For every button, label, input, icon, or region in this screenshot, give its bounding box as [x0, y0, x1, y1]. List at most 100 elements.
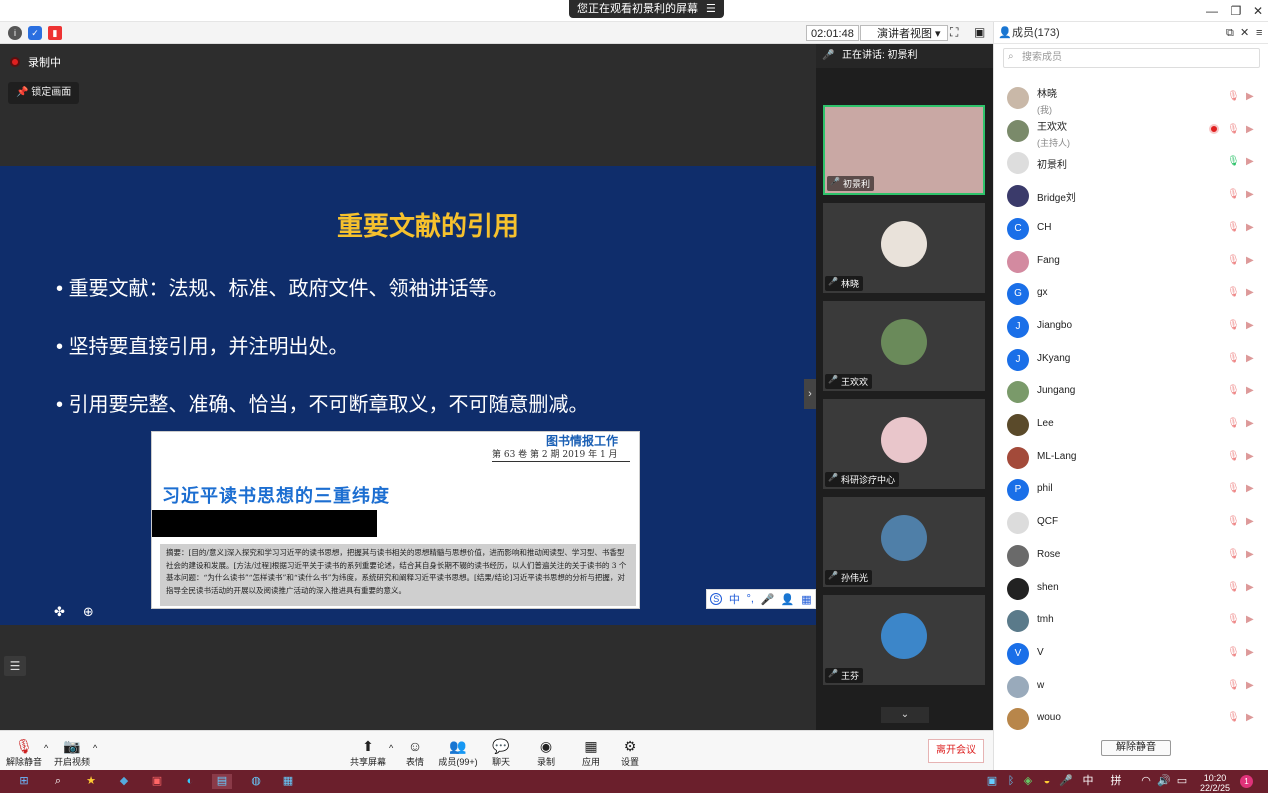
member-row[interactable]: J JKyang 🎙 ▶	[994, 345, 1268, 375]
ime-item[interactable]: °,	[747, 593, 754, 605]
camera-off-icon[interactable]: ▶	[1246, 287, 1254, 298]
app-icon[interactable]: ▣	[149, 774, 165, 789]
windows-start-icon[interactable]: ⊞	[16, 774, 32, 789]
mic-muted-icon[interactable]: 🎙	[1227, 189, 1240, 200]
video-tile[interactable]: 王芬	[823, 595, 985, 685]
mic-muted-icon[interactable]: 🎙	[1227, 712, 1240, 723]
scroll-down-button[interactable]: ⌄	[881, 707, 929, 723]
menu-icon[interactable]: ≡	[1256, 22, 1262, 44]
tray-app-icon[interactable]: ▣	[984, 774, 1000, 789]
mic-muted-icon[interactable]: 🎙	[1227, 320, 1240, 331]
camera-off-icon[interactable]: ▶	[1246, 549, 1254, 560]
members-button[interactable]: 👥 成员(99+)	[436, 737, 480, 768]
ime-toolbar[interactable]: S 中 °, 🎤 👤 ▦	[706, 589, 816, 609]
list-toggle-icon[interactable]: ☰	[4, 656, 26, 676]
tray-shield-icon[interactable]: ◈	[1020, 774, 1036, 789]
mic-muted-icon[interactable]: 🎙	[1227, 483, 1240, 494]
calculator-icon[interactable]: ▦	[280, 774, 296, 789]
member-row[interactable]: 初景利 🎙 ▶	[994, 148, 1268, 178]
member-row[interactable]: tmh 🎙 ▶	[994, 606, 1268, 636]
reactions-button[interactable]: ☺ 表情	[393, 737, 437, 768]
member-row[interactable]: V V 🎙 ▶	[994, 639, 1268, 669]
lock-screen-button[interactable]: 📌 锁定画面	[8, 82, 80, 104]
ime-item[interactable]: 👤	[781, 593, 795, 606]
member-row[interactable]: C CH 🎙 ▶	[994, 214, 1268, 244]
mic-muted-icon[interactable]: 🎙	[1227, 255, 1240, 266]
share-screen-button[interactable]: ⬆ 共享屏幕	[346, 737, 390, 768]
mic-active-icon[interactable]: 🎙	[1227, 156, 1240, 167]
signal-icon[interactable]: ▮	[48, 26, 62, 40]
fullscreen-icon[interactable]: ⛶	[950, 25, 958, 40]
record-button[interactable]: ◉ 录制	[524, 737, 568, 768]
taskbar-clock[interactable]: 10:20 22/2/25	[1200, 773, 1230, 793]
edge-browser-icon[interactable]: ◐	[182, 774, 198, 789]
member-row[interactable]: 王欢欢 (主持人) 🎙 ▶	[994, 116, 1268, 148]
notification-badge[interactable]: 1	[1240, 775, 1253, 788]
app-icon[interactable]: ◆	[116, 774, 132, 789]
meeting-app-icon[interactable]: ▤	[212, 774, 232, 789]
video-tile[interactable]: 林晓	[823, 203, 985, 293]
menu-icon[interactable]: ☰	[706, 0, 716, 18]
chat-button[interactable]: 💬 聊天	[479, 737, 523, 768]
mic-muted-icon[interactable]: 🎙	[1227, 647, 1240, 658]
chevron-up-icon[interactable]: ^	[44, 743, 48, 753]
ime-logo-icon[interactable]: S	[710, 593, 723, 605]
member-row[interactable]: w 🎙 ▶	[994, 672, 1268, 702]
member-row[interactable]: Lee 🎙 ▶	[994, 410, 1268, 440]
mic-muted-icon[interactable]: 🎙	[1227, 222, 1240, 233]
close-panel-icon[interactable]: ✕	[1240, 22, 1249, 44]
view-mode-dropdown[interactable]: 演讲者视图 ▾	[860, 25, 948, 41]
member-row[interactable]: ML-Lang 🎙 ▶	[994, 443, 1268, 473]
close-icon[interactable]: ✕	[1250, 3, 1266, 19]
restore-icon[interactable]: ❐	[1228, 3, 1244, 19]
member-row[interactable]: Jungang 🎙 ▶	[994, 377, 1268, 407]
pinwheel-icon[interactable]: ✤	[54, 604, 65, 620]
mic-muted-icon[interactable]: 🎙	[1227, 451, 1240, 462]
member-row[interactable]: Pphil 🎙 ▶	[994, 475, 1268, 505]
mic-muted-icon[interactable]: 🎙	[1227, 614, 1240, 625]
camera-off-icon[interactable]: ▶	[1246, 614, 1254, 625]
mic-muted-icon[interactable]: 🎙	[1227, 516, 1240, 527]
mic-muted-icon[interactable]: 🎙	[1227, 418, 1240, 429]
mute-button[interactable]: 🎙 解除静音	[2, 737, 46, 768]
camera-off-icon[interactable]: ▶	[1246, 712, 1254, 723]
camera-off-icon[interactable]: ▶	[1246, 451, 1254, 462]
camera-off-icon[interactable]: ▶	[1246, 320, 1254, 331]
ime-mode-indicator[interactable]: 拼	[1108, 774, 1124, 789]
camera-off-icon[interactable]: ▶	[1246, 385, 1254, 396]
mic-muted-icon[interactable]: 🎙	[1227, 680, 1240, 691]
camera-off-icon[interactable]: ▶	[1246, 189, 1254, 200]
mic-muted-icon[interactable]: 🎙	[1227, 91, 1240, 102]
mic-muted-icon[interactable]: 🎙	[1227, 385, 1240, 396]
shield-icon[interactable]: ✓	[28, 26, 42, 40]
video-tile[interactable]: 王欢欢	[823, 301, 985, 391]
video-button[interactable]: 📷 开启视频	[50, 737, 94, 768]
star-app-icon[interactable]: ★	[83, 774, 99, 789]
apps-button[interactable]: ▦ 应用	[569, 737, 613, 768]
layout-icon[interactable]: ▣	[974, 25, 985, 39]
zoom-in-icon[interactable]: ⊕	[83, 604, 94, 620]
volume-icon[interactable]: 🔊	[1156, 774, 1172, 789]
battery-icon[interactable]: ▭	[1174, 774, 1190, 789]
ime-item[interactable]: 中	[729, 591, 740, 607]
ime-item[interactable]: 🎤	[761, 593, 775, 606]
minimize-icon[interactable]: —	[1204, 3, 1220, 19]
camera-off-icon[interactable]: ▶	[1246, 124, 1254, 135]
camera-off-icon[interactable]: ▶	[1246, 222, 1254, 233]
video-tile[interactable]: 初景利	[823, 105, 985, 195]
leave-meeting-button[interactable]: 离开会议	[928, 739, 984, 763]
camera-off-icon[interactable]: ▶	[1246, 680, 1254, 691]
member-row[interactable]: Fang 🎙 ▶	[994, 247, 1268, 277]
member-row[interactable]: Bridge刘 🎙 ▶	[994, 181, 1268, 211]
mic-muted-icon[interactable]: 🎙	[1227, 287, 1240, 298]
mic-muted-icon[interactable]: 🎙	[1227, 353, 1240, 364]
globe-icon[interactable]: ◍	[248, 774, 264, 789]
unmute-all-button[interactable]: 解除静音	[1101, 740, 1171, 756]
member-row[interactable]: QCF 🎙 ▶	[994, 508, 1268, 538]
camera-off-icon[interactable]: ▶	[1246, 91, 1254, 102]
mic-muted-icon[interactable]: 🎙	[1227, 582, 1240, 593]
video-tile[interactable]: 孙伟光	[823, 497, 985, 587]
camera-off-icon[interactable]: ▶	[1246, 516, 1254, 527]
info-icon[interactable]: i	[8, 26, 22, 40]
member-search-input[interactable]: 搜索成员	[1003, 48, 1260, 68]
